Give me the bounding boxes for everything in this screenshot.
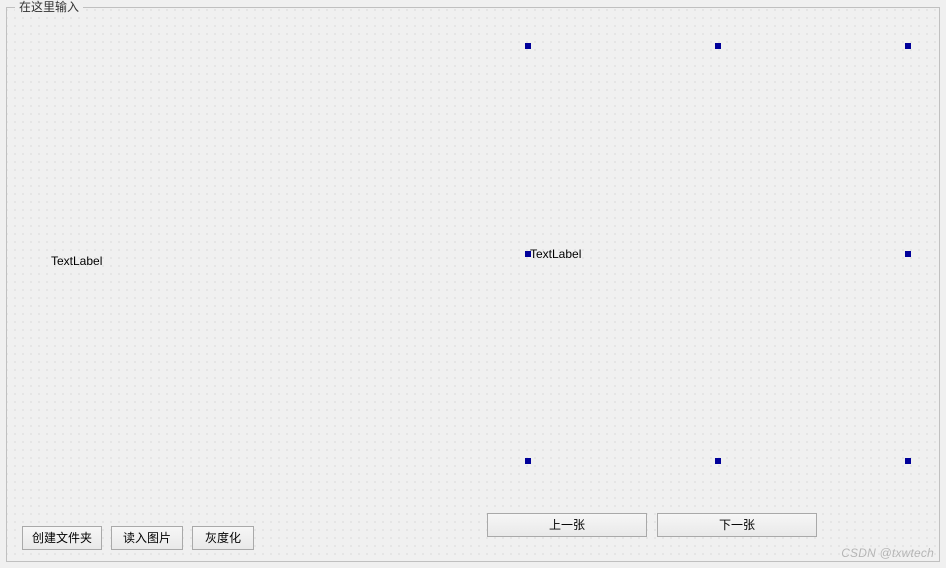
- resize-handle-top-center[interactable]: [715, 43, 721, 49]
- groupbox-title[interactable]: 在这里输入: [15, 0, 83, 15]
- resize-handle-top-right[interactable]: [905, 43, 911, 49]
- resize-handle-bottom-right[interactable]: [905, 458, 911, 464]
- grayscale-button[interactable]: 灰度化: [192, 526, 254, 550]
- text-label-right-text: TextLabel: [530, 247, 581, 261]
- resize-handle-bottom-center[interactable]: [715, 458, 721, 464]
- resize-handle-middle-right[interactable]: [905, 251, 911, 257]
- resize-handle-top-left[interactable]: [525, 43, 531, 49]
- load-image-button[interactable]: 读入图片: [111, 526, 183, 550]
- group-box[interactable]: 在这里输入 TextLabel TextLabel 创建文件夹 读入图片 灰度化…: [6, 7, 940, 562]
- resize-handle-bottom-left[interactable]: [525, 458, 531, 464]
- next-image-button[interactable]: 下一张: [657, 513, 817, 537]
- create-folder-button[interactable]: 创建文件夹: [22, 526, 102, 550]
- text-label-right[interactable]: TextLabel: [528, 46, 908, 461]
- text-label-left[interactable]: TextLabel: [51, 254, 102, 268]
- prev-image-button[interactable]: 上一张: [487, 513, 647, 537]
